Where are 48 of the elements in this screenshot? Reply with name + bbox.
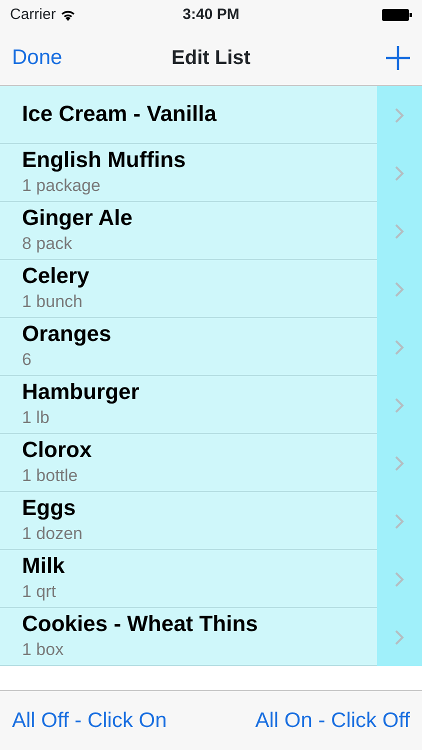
item-detail: 1 qrt [22, 582, 56, 600]
item-name: Milk [22, 552, 65, 578]
all-off-button[interactable]: All Off - Click On [12, 704, 167, 736]
done-button[interactable]: Done [12, 42, 62, 74]
item-name: English Muffins [22, 146, 186, 172]
list-row[interactable]: Hamburger 1 lb [0, 376, 422, 434]
item-name: Clorox [22, 436, 92, 462]
item-detail: 1 dozen [22, 524, 82, 542]
battery-icon [382, 9, 412, 21]
item-name: Oranges [22, 320, 112, 346]
clock-time: 3:40 PM [182, 4, 240, 25]
item-name: Eggs [22, 494, 76, 520]
chevron-icon [395, 282, 404, 296]
item-name: Ginger Ale [22, 204, 132, 230]
item-detail: 1 bottle [22, 466, 78, 484]
item-detail: 1 box [22, 640, 64, 658]
list-row[interactable]: Ice Cream - Vanilla [0, 86, 422, 144]
wifi-icon [60, 9, 76, 21]
list-row[interactable]: English Muffins 1 package [0, 144, 422, 202]
item-detail: 1 bunch [22, 292, 82, 310]
item-name: Hamburger [22, 378, 140, 404]
all-on-button[interactable]: All On - Click Off [255, 704, 410, 736]
list-row[interactable]: Cookies - Wheat Thins 1 box [0, 608, 422, 666]
chevron-icon [395, 398, 404, 412]
list-row[interactable]: Ginger Ale 8 pack [0, 202, 422, 260]
chevron-icon [395, 630, 404, 644]
chevron-icon [395, 572, 404, 586]
item-detail: 6 [22, 350, 32, 368]
carrier-label: Carrier [10, 4, 56, 25]
chevron-icon [395, 224, 404, 238]
add-icon[interactable] [386, 46, 410, 70]
list-row[interactable]: Clorox 1 bottle [0, 434, 422, 492]
list-row[interactable]: Eggs 1 dozen [0, 492, 422, 550]
list-row[interactable]: Milk 1 qrt [0, 550, 422, 608]
item-detail: 1 package [22, 176, 100, 194]
list-row[interactable]: Celery 1 bunch [0, 260, 422, 318]
item-name: Ice Cream - Vanilla [22, 100, 216, 126]
chevron-icon [395, 514, 404, 528]
chevron-icon [395, 340, 404, 354]
screen-title: Edit List [170, 46, 252, 70]
list-row[interactable]: Oranges 6 [0, 318, 422, 376]
item-detail: 1 lb [22, 408, 50, 426]
item-name: Celery [22, 262, 90, 288]
item-detail: 8 pack [22, 234, 72, 252]
chevron-icon [395, 166, 404, 180]
item-name: Cookies - Wheat Thins [22, 610, 258, 636]
chevron-icon [395, 108, 404, 122]
chevron-icon [395, 456, 404, 470]
